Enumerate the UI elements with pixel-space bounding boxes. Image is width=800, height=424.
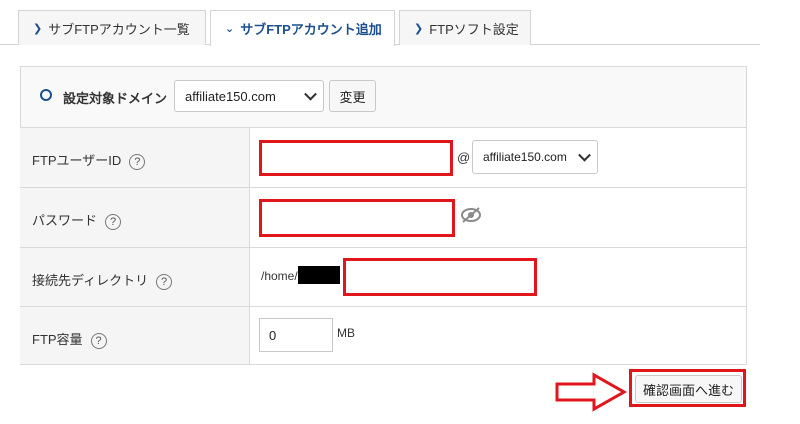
user-domain-select-value: affiliate150.com [483, 150, 567, 164]
password-input[interactable] [259, 199, 455, 237]
tab-label: FTPソフト設定 [429, 21, 519, 37]
help-icon[interactable]: ? [129, 153, 146, 170]
directory-prefix: /home/ [261, 269, 298, 283]
domain-select-value: affiliate150.com [185, 88, 276, 104]
eye-slash-icon[interactable] [460, 206, 482, 224]
help-icon[interactable]: ? [105, 213, 122, 230]
user-id-input[interactable] [259, 140, 453, 176]
user-id-label: FTPユーザーID? [32, 150, 146, 170]
row-divider [20, 127, 747, 128]
row-divider [20, 306, 747, 307]
chevron-down-icon [304, 87, 317, 101]
help-icon[interactable]: ? [156, 273, 173, 290]
tab-label: サブFTPアカウント追加 [240, 22, 382, 37]
at-sign: @ [457, 150, 471, 165]
submit-highlight: 確認画面へ進む [629, 369, 746, 407]
capacity-unit: MB [337, 326, 355, 340]
password-label: パスワード? [32, 210, 122, 230]
capacity-label: FTP容量? [32, 329, 107, 349]
chevron-down-icon: ⌄ [225, 23, 235, 35]
help-icon[interactable]: ? [90, 332, 107, 349]
chevron-down-icon [578, 148, 591, 162]
proceed-to-confirm-button[interactable]: 確認画面へ進む [635, 375, 742, 403]
domain-select[interactable]: affiliate150.com [174, 80, 324, 112]
chevron-right-icon: ❯ [33, 22, 43, 35]
tab-account-list[interactable]: ❯ サブFTPアカウント一覧 [18, 10, 206, 45]
tab-label: サブFTPアカウント一覧 [48, 21, 190, 37]
capacity-input[interactable]: 0 [259, 318, 333, 352]
change-button[interactable]: 変更 [329, 80, 376, 112]
redacted-username [298, 266, 340, 284]
domain-label: 設定対象ドメイン [63, 91, 168, 106]
row-divider [20, 247, 747, 248]
tab-add-account[interactable]: ⌄ サブFTPアカウント追加 [210, 10, 395, 46]
row-divider [20, 187, 747, 188]
tab-ftp-software[interactable]: ❯ FTPソフト設定 [399, 10, 531, 45]
directory-label: 接続先ディレクトリ? [32, 270, 173, 290]
chevron-right-icon: ❯ [414, 22, 424, 35]
directory-input[interactable] [343, 258, 537, 296]
circle-bullet-icon [40, 89, 52, 101]
user-domain-select[interactable]: affiliate150.com [472, 140, 598, 174]
arrow-right-icon [555, 372, 628, 412]
